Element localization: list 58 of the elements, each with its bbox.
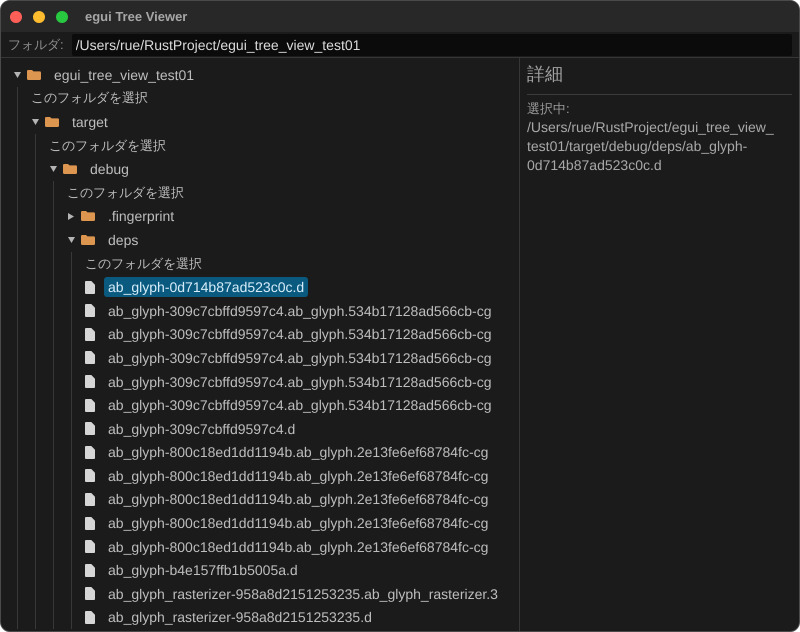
file-item[interactable]: ab_glyph-309c7cbffd9597c4.ab_glyph.534b17128ad566cb-cg: [104, 300, 496, 321]
file-item[interactable]: ab_glyph-800c18ed1dd1194b.ab_glyph.2e13fe6ef68784fc-cg: [104, 536, 492, 557]
file-item[interactable]: ab_glyph-800c18ed1dd1194b.ab_glyph.2e13fe6ef68784fc-cg: [104, 442, 492, 462]
select-folder-item[interactable]: このフォルダを選択: [67, 182, 184, 203]
caret-down-icon[interactable]: [14, 72, 20, 78]
file-item[interactable]: ab_glyph-309c7cbffd9597c4.ab_glyph.534b17128ad566cb-cg: [104, 395, 496, 416]
file-icon: [85, 351, 95, 364]
file-icon: [85, 375, 95, 388]
caret-right-icon[interactable]: [68, 212, 74, 220]
file-icon: [85, 304, 95, 318]
file-item[interactable]: ab_glyph-0d714b87ad523c0c.d: [104, 277, 308, 298]
folder-name[interactable]: .fingerprint: [104, 206, 178, 226]
file-icon: [85, 446, 95, 459]
file-icon: [85, 328, 95, 341]
details-heading: 詳細: [527, 63, 564, 86]
minimize-button[interactable]: [33, 10, 45, 22]
folder-name[interactable]: target: [68, 112, 112, 132]
folder-icon: [27, 70, 41, 80]
caret-down-icon[interactable]: [68, 236, 74, 243]
folder-icon: [45, 116, 59, 127]
selected-label: 選択中:: [527, 100, 571, 118]
file-icon: [85, 587, 95, 600]
folder-icon: [81, 211, 95, 222]
folder-path-field[interactable]: /Users/rue/RustProject/egui_tree_view_test01: [72, 34, 792, 56]
file-item[interactable]: ab_glyph-309c7cbffd9597c4.ab_glyph.534b17128ad566cb-cg: [104, 348, 496, 368]
zoom-button[interactable]: [56, 10, 68, 22]
folder-name[interactable]: deps: [104, 230, 142, 250]
folder-icon: [81, 234, 95, 245]
file-icon: [85, 610, 95, 624]
window-title: egui Tree Viewer: [85, 9, 188, 24]
file-item[interactable]: ab_glyph_rasterizer-958a8d2151253235.d: [104, 607, 376, 628]
caret-down-icon[interactable]: [32, 118, 38, 125]
folder-name[interactable]: debug: [86, 159, 133, 180]
close-button[interactable]: [10, 10, 22, 22]
file-item[interactable]: ab_glyph-800c18ed1dd1194b.ab_glyph.2e13fe6ef68784fc-cg: [104, 489, 492, 510]
file-item[interactable]: ab_glyph-800c18ed1dd1194b.ab_glyph.2e13fe6ef68784fc-cg: [104, 513, 492, 534]
file-icon: [85, 564, 95, 577]
file-item[interactable]: ab_glyph-b4e157ffb1b5005a.d: [104, 560, 302, 580]
file-icon: [85, 280, 95, 294]
file-item[interactable]: ab_glyph-309c7cbffd9597c4.d: [104, 418, 300, 439]
file-item[interactable]: ab_glyph-309c7cbffd9597c4.ab_glyph.534b17128ad566cb-cg: [104, 372, 496, 392]
file-item[interactable]: ab_glyph-309c7cbffd9597c4.ab_glyph.534b17128ad566cb-cg: [104, 324, 496, 344]
folder-name[interactable]: egui_tree_view_test01: [50, 64, 198, 85]
file-item[interactable]: ab_glyph-800c18ed1dd1194b.ab_glyph.2e13fe6ef68784fc-cg: [104, 466, 492, 486]
select-folder-item[interactable]: このフォルダを選択: [31, 88, 148, 108]
file-icon: [85, 516, 95, 530]
folder-icon: [63, 164, 77, 174]
file-icon: [85, 492, 95, 506]
selected-path-text: /Users/rue/RustProject/egui_tree_view_test01/target/debug/deps/ab_glyph-0d714b87ad523c0c.d: [527, 118, 775, 175]
folder-label: フォルダ:: [8, 36, 64, 54]
caret-down-icon[interactable]: [50, 166, 56, 172]
file-icon: [85, 469, 95, 482]
select-folder-item[interactable]: このフォルダを選択: [49, 136, 166, 156]
file-item[interactable]: ab_glyph_rasterizer-958a8d2151253235.ab_glyph_rasterizer.3: [104, 584, 502, 604]
select-folder-item[interactable]: このフォルダを選択: [85, 254, 202, 274]
file-icon: [85, 398, 95, 412]
file-icon: [85, 422, 95, 436]
file-icon: [85, 540, 95, 554]
